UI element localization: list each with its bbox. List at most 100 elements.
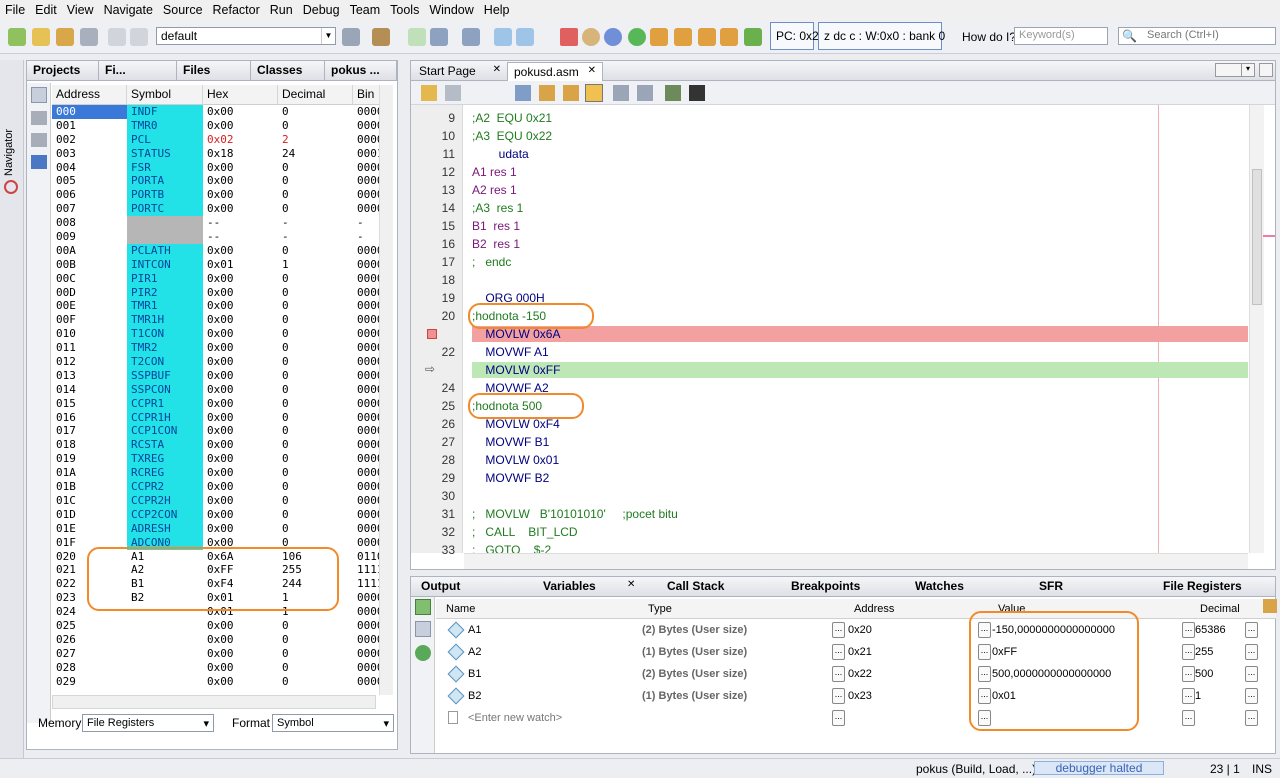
register-row[interactable]: 011 TMR2 0x00 0 0000: [52, 341, 392, 356]
back-icon[interactable]: [445, 85, 461, 101]
register-row[interactable]: 019 TXREG 0x00 0 0000: [52, 452, 392, 467]
tab-breakpoints[interactable]: Breakpoints: [791, 579, 860, 593]
tab-watches[interactable]: Watches: [915, 579, 964, 593]
col-address[interactable]: Address: [52, 85, 127, 104]
code-line[interactable]: MOVWF B1: [472, 433, 549, 451]
register-row[interactable]: 002 PCL 0x02 2 0000: [52, 132, 392, 147]
code-line[interactable]: B1 res 1: [472, 217, 520, 235]
menu-item-file[interactable]: File: [0, 0, 30, 20]
register-row[interactable]: 005 PORTA 0x00 0 0000: [52, 174, 392, 189]
register-decimal[interactable]: 0: [278, 369, 353, 383]
register-row[interactable]: 028 0x00 0 0000: [52, 660, 392, 675]
memory-select[interactable]: File Registers ▾: [82, 714, 214, 732]
register-hex[interactable]: 0x00: [203, 105, 278, 119]
register-hex[interactable]: --: [203, 216, 278, 230]
code-line[interactable]: MOVWF A1: [472, 343, 548, 361]
code-line[interactable]: udata: [472, 145, 529, 163]
ellipsis-button[interactable]: ...: [1182, 710, 1195, 726]
register-decimal[interactable]: 0: [278, 452, 353, 466]
col-name[interactable]: Name: [446, 603, 475, 615]
register-hex[interactable]: 0x00: [203, 174, 278, 188]
line-number-gutter[interactable]: 9 10 11 12 13 14 15 16 17 18 19 20 22 24 25 26 27 28 29 30 3…: [411, 105, 463, 557]
ellipsis-button[interactable]: ...: [1182, 666, 1195, 682]
register-decimal[interactable]: 0: [278, 272, 353, 286]
tab-pokus[interactable]: pokus ...: [325, 61, 397, 80]
find-prev-icon[interactable]: [539, 85, 555, 101]
register-row[interactable]: 007 PORTC 0x00 0 0000: [52, 202, 392, 217]
register-decimal[interactable]: 24: [278, 147, 353, 161]
register-hex[interactable]: 0x00: [203, 119, 278, 133]
ellipsis-button[interactable]: ...: [1245, 666, 1258, 682]
code-line[interactable]: ; CALL BIT_LCD: [472, 523, 578, 541]
code-line[interactable]: ;A2 EQU 0x21: [472, 109, 552, 127]
register-decimal[interactable]: 0: [278, 327, 353, 341]
menu-item-refactor[interactable]: Refactor: [208, 0, 265, 20]
column-chooser-icon[interactable]: [1263, 599, 1277, 613]
read-device-icon[interactable]: [462, 28, 480, 46]
find-next-icon[interactable]: [563, 85, 579, 101]
export-icon[interactable]: [31, 133, 47, 147]
tab-start-page[interactable]: Start Page ✕: [413, 62, 507, 81]
register-row[interactable]: 00F TMR1H 0x00 0 0000: [52, 313, 392, 328]
debug-project-icon[interactable]: [516, 28, 534, 46]
editor-hscroll[interactable]: [464, 553, 1248, 569]
register-row[interactable]: 016 CCPR1H 0x00 0 0000: [52, 410, 392, 425]
ellipsis-button[interactable]: ...: [1245, 644, 1258, 660]
set-pc-icon[interactable]: [744, 28, 762, 46]
add-watch-icon[interactable]: [415, 645, 431, 661]
close-icon[interactable]: ✕: [627, 579, 635, 590]
new-watch-row[interactable]: <Enter new watch> ... ... ... ...: [436, 707, 1276, 729]
register-hex[interactable]: 0x00: [203, 661, 278, 675]
menu-item-source[interactable]: Source: [158, 0, 208, 20]
clean-build-icon[interactable]: [372, 28, 390, 46]
build-icon[interactable]: [342, 28, 360, 46]
register-row[interactable]: 00C PIR1 0x00 0 0000: [52, 271, 392, 286]
register-row[interactable]: 015 CCPR1 0x00 0 0000: [52, 396, 392, 411]
menu-item-tools[interactable]: Tools: [385, 0, 424, 20]
register-row[interactable]: 027 0x00 0 0000: [52, 646, 392, 661]
register-decimal[interactable]: 0: [278, 619, 353, 633]
register-decimal[interactable]: 0: [278, 105, 353, 119]
variable-row[interactable]: A2 (1) Bytes (User size) 0x21 0xFF 255......…: [436, 641, 1276, 663]
variable-row[interactable]: A1 (2) Bytes (User size) 0x20 -150,00000000…: [436, 619, 1276, 641]
tab-projects[interactable]: Projects: [27, 61, 99, 80]
ellipsis-button[interactable]: ...: [832, 688, 845, 704]
pause-icon[interactable]: [582, 28, 600, 46]
register-row[interactable]: 008 -- - -: [52, 216, 392, 231]
find-icon[interactable]: [515, 85, 531, 101]
code-line[interactable]: MOVWF B2: [472, 469, 549, 487]
menu-item-debug[interactable]: Debug: [298, 0, 345, 20]
register-row[interactable]: 01E ADRESH 0x00 0 0000: [52, 521, 392, 536]
breakpoint-icon[interactable]: [427, 329, 437, 339]
configuration-select[interactable]: default ▼: [156, 27, 336, 45]
tab-pokusd-asm[interactable]: pokusd.asm ✕: [507, 62, 603, 81]
register-row[interactable]: 003 STATUS 0x18 24 0001: [52, 146, 392, 161]
register-row[interactable]: 01D CCP2CON 0x00 0 0000: [52, 507, 392, 522]
register-decimal[interactable]: 0: [278, 355, 353, 369]
ellipsis-button[interactable]: ...: [832, 622, 845, 638]
register-hex[interactable]: 0x18: [203, 147, 278, 161]
register-row[interactable]: 029 0x00 0 0000: [52, 674, 392, 689]
register-decimal[interactable]: 0: [278, 174, 353, 188]
register-hex[interactable]: 0x00: [203, 647, 278, 661]
register-hex[interactable]: 0x00: [203, 188, 278, 202]
register-hex[interactable]: 0x00: [203, 397, 278, 411]
run-icon[interactable]: [408, 28, 426, 46]
register-hex[interactable]: 0x00: [203, 161, 278, 175]
register-row[interactable]: 012 T2CON 0x00 0 0000: [52, 355, 392, 369]
shift-right-icon[interactable]: [637, 85, 653, 101]
register-hex[interactable]: 0x00: [203, 411, 278, 425]
download-icon[interactable]: [31, 155, 47, 169]
build-status[interactable]: pokus (Build, Load, ...): [916, 762, 1036, 776]
tab-variables[interactable]: Variables: [543, 579, 596, 593]
keyword-input[interactable]: Keyword(s): [1014, 27, 1108, 45]
step-over-icon[interactable]: [650, 28, 668, 46]
chevron-down-icon[interactable]: ▾: [1241, 63, 1255, 77]
register-hex[interactable]: 0x00: [203, 508, 278, 522]
tab-call-stack[interactable]: Call Stack: [667, 579, 724, 593]
debugger-status[interactable]: debugger halted: [1034, 761, 1164, 775]
register-hex[interactable]: 0x00: [203, 286, 278, 300]
register-hex[interactable]: 0x00: [203, 313, 278, 327]
new-file-icon[interactable]: [32, 28, 50, 46]
reset-icon[interactable]: [604, 28, 622, 46]
